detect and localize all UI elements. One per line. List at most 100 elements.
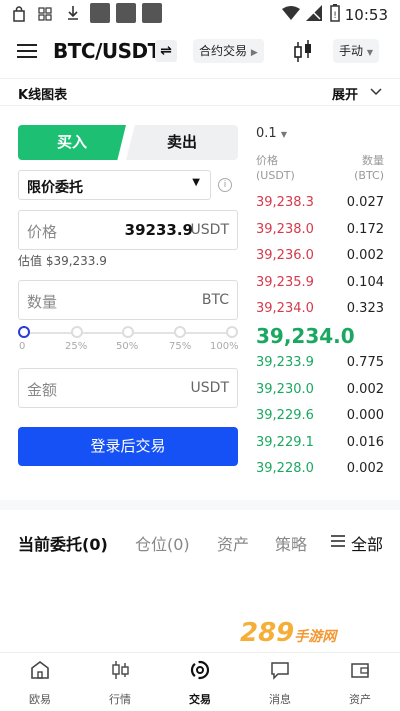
bid-price: 39,233.9 (256, 355, 314, 370)
ask-qty: 0.104 (346, 274, 384, 290)
order-type-select[interactable]: 限价委托 ▼ (18, 170, 211, 200)
ask-row[interactable]: 39,235.9 0.104 (256, 275, 384, 297)
quantity-input[interactable]: 数量 BTC (18, 280, 238, 320)
nav-label: 交易 (189, 693, 211, 706)
ask-row[interactable]: 39,234.0 0.323 (256, 301, 384, 323)
home-icon (31, 661, 49, 679)
bid-row[interactable]: 39,229.1 0.016 (256, 435, 384, 457)
bid-price: 39,229.6 (256, 408, 314, 423)
tab-positions[interactable]: 仓位(0) (135, 531, 190, 555)
price-unit: USDT (190, 222, 229, 238)
ask-qty: 0.027 (346, 195, 384, 210)
last-price: 39,234.0 (256, 324, 355, 348)
login-to-trade-button[interactable]: 登录后交易 (18, 427, 238, 466)
notification-icon (142, 3, 162, 23)
download-icon (68, 6, 78, 20)
shopping-bag-icon (13, 6, 25, 22)
pair-title[interactable]: BTC/USDT (53, 39, 161, 63)
slider-mark[interactable] (174, 326, 186, 338)
slider-label: 0 (19, 341, 26, 352)
battery-icon: ! (330, 4, 340, 22)
bid-qty: 0.002 (346, 381, 384, 397)
nav-assets[interactable]: 资产 (330, 659, 390, 707)
ask-row[interactable]: 39,236.0 0.002 (256, 248, 384, 270)
contract-trade-button[interactable]: 合约交易 ▶ (193, 39, 264, 63)
grid-icon (38, 7, 52, 21)
mode-dropdown[interactable]: 手动 ▼ (333, 39, 379, 63)
kline-label: K线图表 (18, 88, 68, 103)
watermark-logo: 289手游网 (240, 618, 337, 648)
trade-icon (190, 660, 210, 680)
price-header: 价格 (USDT) (256, 154, 295, 182)
slider-mark[interactable] (71, 326, 83, 338)
bid-row[interactable]: 39,229.6 0.000 (256, 408, 384, 430)
ask-row[interactable]: 39,238.0 0.172 (256, 222, 384, 244)
clock: 10:53 (344, 6, 388, 24)
bid-row[interactable]: 39,233.9 0.775 (256, 355, 384, 377)
bid-price: 39,229.1 (256, 434, 314, 450)
depth-dropdown[interactable]: 0.1 ▼ (256, 126, 287, 141)
bid-qty: 0.775 (346, 355, 384, 370)
sell-tab[interactable]: 卖出 (126, 125, 238, 160)
tab-assets[interactable]: 资产 (217, 531, 249, 555)
bid-qty: 0.002 (346, 461, 384, 476)
bid-qty: 0.016 (346, 434, 384, 450)
ask-qty: 0.323 (346, 301, 384, 316)
info-icon[interactable]: i (218, 178, 232, 192)
ask-qty: 0.172 (346, 221, 384, 237)
list-icon[interactable] (331, 535, 345, 547)
ask-price: 39,235.9 (256, 274, 314, 290)
ask-price: 39,238.3 (256, 195, 314, 210)
svg-text:!: ! (333, 11, 337, 21)
ask-price: 39,238.0 (256, 221, 314, 237)
bottom-nav: 欧易 行情 交易 消息 资产 (0, 652, 400, 711)
estimate-value: 估值 $39,233.9 (18, 254, 107, 268)
qty-header: 数量 (BTC) (354, 154, 384, 182)
section-divider (0, 500, 400, 510)
order-type-value: 限价委托 (27, 180, 83, 196)
nav-label: 资产 (349, 693, 371, 706)
app-screen: ! 10:53 BTC/USDT ⇌ 合约交易 ▶ 手动 ▼ K线图表 展开 买… (0, 0, 400, 711)
caret-down-icon: ▼ (192, 177, 200, 188)
bid-row[interactable]: 39,230.0 0.002 (256, 382, 384, 404)
swap-icon[interactable]: ⇌ (155, 40, 177, 62)
wallet-icon (351, 663, 369, 678)
buy-tab[interactable]: 买入 (18, 125, 126, 160)
amount-unit: USDT (190, 380, 229, 396)
nav-messages[interactable]: 消息 (250, 659, 310, 707)
expand-button[interactable]: 展开 (332, 84, 358, 103)
slider-knob[interactable] (18, 326, 30, 338)
ask-row[interactable]: 39,238.3 0.027 (256, 195, 384, 217)
amount-input[interactable]: 金额 USDT (18, 368, 238, 408)
bid-price: 39,230.0 (256, 381, 314, 397)
quantity-placeholder: 数量 (27, 293, 58, 311)
candlestick-icon[interactable] (292, 40, 314, 64)
chevron-down-icon[interactable] (370, 88, 382, 96)
kline-bar[interactable]: K线图表 展开 (0, 78, 400, 106)
status-bar: ! 10:53 (0, 0, 400, 30)
price-placeholder: 价格 (27, 223, 58, 241)
tab-strategy[interactable]: 策略 (275, 531, 307, 555)
price-value: 39233.9 (124, 221, 193, 239)
notification-icon (90, 3, 110, 23)
amount-placeholder: 金额 (27, 381, 58, 399)
wifi-icon (282, 6, 300, 20)
slider-mark[interactable] (122, 326, 134, 338)
slider-label: 25% (65, 341, 88, 352)
nav-label: 行情 (109, 693, 131, 706)
price-input[interactable]: 价格 39233.9 USDT (18, 210, 238, 250)
tab-current-orders[interactable]: 当前委托(0) (18, 531, 108, 555)
nav-trade[interactable]: 交易 (170, 659, 230, 707)
ask-price: 39,234.0 (256, 301, 314, 316)
bid-row[interactable]: 39,228.0 0.002 (256, 461, 384, 483)
slider-mark[interactable] (226, 326, 238, 338)
nav-market[interactable]: 行情 (90, 659, 150, 707)
signal-icon (306, 5, 322, 21)
quantity-unit: BTC (201, 292, 229, 308)
menu-icon[interactable] (17, 40, 37, 62)
nav-label: 欧易 (29, 693, 51, 706)
all-filter[interactable]: 全部 (351, 531, 383, 555)
notification-icon (116, 3, 136, 23)
nav-label: 消息 (269, 693, 291, 706)
nav-okx[interactable]: 欧易 (10, 659, 70, 707)
